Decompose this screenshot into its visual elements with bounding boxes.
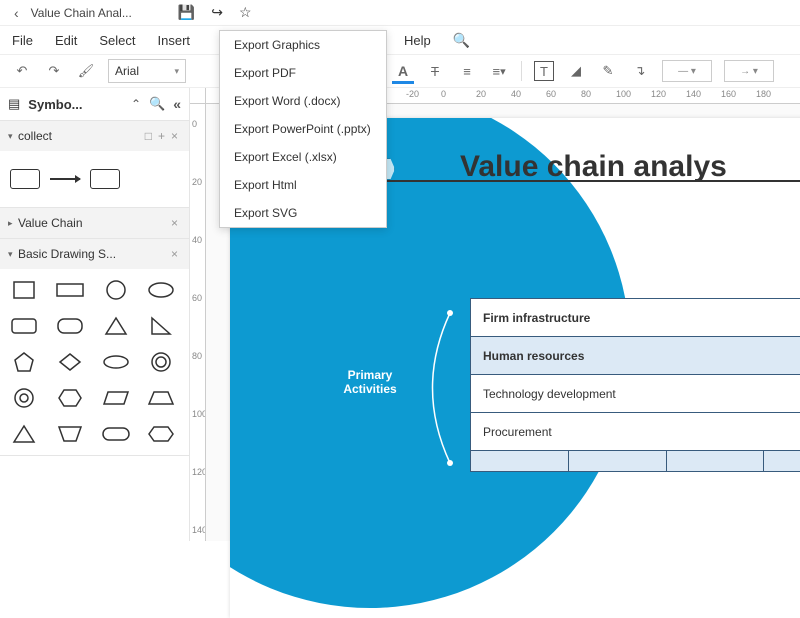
shape-pill[interactable] [98, 421, 134, 447]
close-icon[interactable]: × [168, 129, 181, 143]
shape-pentagon[interactable] [6, 349, 42, 375]
shape-arrow[interactable] [50, 178, 80, 180]
arrow-style-select[interactable]: → ▾ [724, 60, 774, 82]
shape-parallelogram[interactable] [98, 385, 134, 411]
align-button[interactable]: ≡ [457, 61, 477, 81]
connector-button[interactable]: ↴ [630, 61, 650, 81]
shape-tri2[interactable] [6, 421, 42, 447]
pencil-button[interactable]: ✎ [598, 61, 618, 81]
search-icon[interactable]: 🔍 [149, 96, 165, 112]
menu-insert[interactable]: Insert [158, 33, 191, 48]
shape-rect-wide[interactable] [52, 277, 88, 303]
section-basic-header[interactable]: ▾ Basic Drawing S... × [0, 239, 189, 269]
save-icon[interactable]: 💾 [178, 4, 195, 21]
share-icon[interactable]: ↪ [211, 4, 223, 21]
library-icon: ▤ [8, 96, 20, 112]
shape-donut[interactable] [6, 385, 42, 411]
font-name: Arial [115, 64, 139, 78]
basic-shapes-grid [0, 269, 189, 455]
table-row: Firm infrastructure [471, 299, 800, 337]
menu-help[interactable]: Help [404, 33, 431, 48]
document-title: Value Chain Anal... [25, 6, 138, 20]
menu-select[interactable]: Select [99, 33, 135, 48]
shape-rounded2[interactable] [52, 313, 88, 339]
font-select[interactable]: Arial ▾ [108, 59, 186, 83]
table-row: Human resources [471, 337, 800, 375]
close-icon[interactable]: × [168, 216, 181, 230]
ruler-corner [190, 88, 206, 104]
section-basic: ▾ Basic Drawing S... × [0, 239, 189, 456]
titlebar: ‹ Value Chain Anal... 💾 ↪ ☆ [0, 0, 800, 26]
sidebar: ▤ Symbo... ⌃ 🔍 « ▾ collect □ + × ▸ [0, 88, 190, 541]
triangle-right-icon: ▸ [8, 218, 18, 229]
star-icon[interactable]: ☆ [239, 4, 252, 21]
font-color-button[interactable]: A [393, 61, 413, 81]
primary-activities-label: Primary Activities [335, 368, 405, 396]
arc-connector [410, 308, 470, 468]
shape-square[interactable] [6, 277, 42, 303]
section-collect-header[interactable]: ▾ collect □ + × [0, 121, 189, 151]
hide-panel-icon[interactable]: « [173, 96, 181, 112]
diagram-title: Value chain analys [460, 150, 727, 184]
shape-trapezoid[interactable] [143, 385, 179, 411]
format-painter-button[interactable]: 🖌 [76, 61, 96, 81]
menu-edit[interactable]: Edit [55, 33, 77, 48]
export-excel[interactable]: Export Excel (.xlsx) [220, 143, 386, 171]
value-chain-table: Firm infrastructure Human resources Tech… [470, 298, 800, 472]
shape-ring[interactable] [143, 349, 179, 375]
section-valuechain: ▸ Value Chain × [0, 208, 189, 239]
section-valuechain-header[interactable]: ▸ Value Chain × [0, 208, 189, 238]
menubar: File Edit Select Insert Help 🔍 [0, 26, 800, 54]
shape-rect[interactable] [90, 169, 120, 189]
shape-hexagon[interactable] [52, 385, 88, 411]
add-icon[interactable]: + [155, 129, 168, 143]
shape-rtriangle[interactable] [143, 313, 179, 339]
shape-triangle[interactable] [98, 313, 134, 339]
fill-button[interactable]: ◢ [566, 61, 586, 81]
shape-trap2[interactable] [52, 421, 88, 447]
triangle-down-icon: ▾ [8, 249, 18, 260]
shape-diamond[interactable] [52, 349, 88, 375]
export-word[interactable]: Export Word (.docx) [220, 87, 386, 115]
export-powerpoint[interactable]: Export PowerPoint (.pptx) [220, 115, 386, 143]
triangle-down-icon: ▾ [8, 131, 18, 142]
back-button[interactable]: ‹ [8, 5, 25, 21]
chevron-down-icon: ▾ [174, 66, 179, 77]
sidebar-title: Symbo... [28, 97, 123, 112]
export-pdf[interactable]: Export PDF [220, 59, 386, 87]
menu-file[interactable]: File [12, 33, 33, 48]
collapse-icon[interactable]: ⌃ [131, 97, 141, 111]
section-collect: ▾ collect □ + × [0, 121, 189, 208]
table-split [471, 451, 800, 471]
shape-hex2[interactable] [143, 421, 179, 447]
shape-oval[interactable] [98, 349, 134, 375]
sidebar-header: ▤ Symbo... ⌃ 🔍 « [0, 88, 189, 121]
export-menu: Export Graphics Export PDF Export Word (… [219, 30, 387, 228]
find-icon[interactable]: 🔍 [453, 32, 470, 49]
line-spacing-button[interactable]: ≡▾ [489, 61, 509, 81]
export-graphics[interactable]: Export Graphics [220, 31, 386, 59]
export-html[interactable]: Export Html [220, 171, 386, 199]
collect-shapes [0, 151, 189, 207]
text-box-button[interactable]: T [534, 61, 554, 81]
line-style-select[interactable]: — ▾ [662, 60, 712, 82]
edit-icon[interactable]: □ [142, 129, 155, 143]
redo-button[interactable]: ↷ [44, 61, 64, 81]
shape-rect-outline[interactable] [10, 169, 40, 189]
export-svg[interactable]: Export SVG [220, 199, 386, 227]
shape-rounded[interactable] [6, 313, 42, 339]
shape-ellipse[interactable] [143, 277, 179, 303]
shape-circle[interactable] [98, 277, 134, 303]
table-row: Procurement [471, 413, 800, 451]
toolbar: ↶ ↷ 🖌 Arial ▾ A T ≡ ≡▾ T ◢ ✎ ↴ — ▾ → ▾ [0, 54, 800, 88]
strikethrough-button[interactable]: T [425, 61, 445, 81]
vertical-ruler: 020406080100120140 [190, 104, 206, 541]
close-icon[interactable]: × [168, 247, 181, 261]
table-row: Technology development [471, 375, 800, 413]
undo-button[interactable]: ↶ [12, 61, 32, 81]
